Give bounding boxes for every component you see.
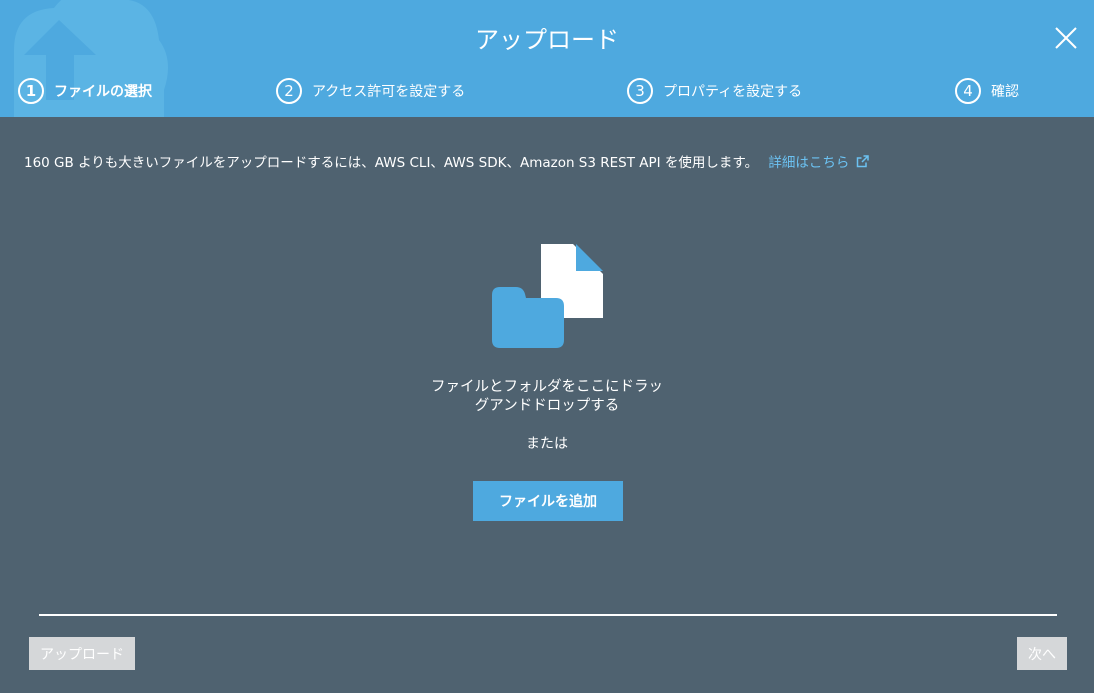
external-link-icon [856, 155, 869, 168]
file-folder-icon [492, 244, 603, 348]
learn-more-link[interactable]: 詳細はこちら [768, 155, 869, 171]
add-files-button[interactable]: ファイルを追加 [473, 481, 623, 521]
next-button[interactable]: 次へ [1017, 637, 1067, 670]
notice-text: 160 GB よりも大きいファイルをアップロードするには、AWS CLI、AWS… [24, 155, 759, 171]
step-select-files[interactable]: 1 ファイルの選択 [18, 77, 152, 105]
drop-instruction-line: グアンドドロップする [474, 398, 620, 414]
upload-button[interactable]: アップロード [29, 637, 135, 670]
step-label: 確認 [991, 84, 1019, 100]
step-label: プロパティを設定する [663, 84, 803, 100]
wizard-header: アップロード 1 ファイルの選択 2 アクセス許可を設定する 3 プロパティを設… [0, 0, 1094, 117]
learn-more-label: 詳細はこちら [768, 155, 850, 171]
dialog-title: アップロード [475, 26, 619, 54]
step-number: 2 [276, 78, 302, 104]
step-set-permissions[interactable]: 2 アクセス許可を設定する [276, 77, 465, 105]
footer-divider [39, 614, 1057, 616]
step-set-properties[interactable]: 3 プロパティを設定する [627, 77, 802, 105]
or-separator: または [526, 436, 568, 452]
step-number: 3 [627, 78, 653, 104]
step-number: 1 [18, 78, 44, 104]
drop-instruction-line: ファイルとフォルダをここにドラッ [431, 379, 663, 395]
close-icon[interactable] [1052, 24, 1080, 52]
step-number: 4 [955, 78, 981, 104]
large-file-notice: 160 GB よりも大きいファイルをアップロードするには、AWS CLI、AWS… [24, 151, 869, 171]
step-label: ファイルの選択 [54, 84, 152, 100]
step-label: アクセス許可を設定する [312, 84, 466, 100]
drop-instruction: ファイルとフォルダをここにドラッ グアンドドロップする [397, 378, 697, 416]
step-review[interactable]: 4 確認 [955, 77, 1019, 105]
